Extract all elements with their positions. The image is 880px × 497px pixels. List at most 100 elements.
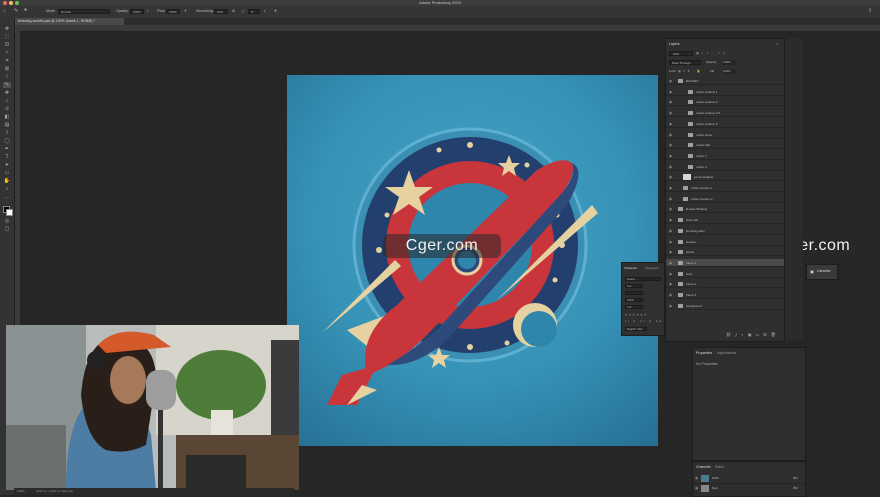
channel-row-red[interactable]: ◉ Red ⌘3 [693,484,805,493]
home-icon[interactable]: ⌂ [3,8,6,14]
gradient-tool-icon[interactable]: ▤ [3,122,11,128]
type-tool-icon[interactable]: T [3,154,11,160]
language-select[interactable]: English: USA [625,327,647,331]
lasso-tool-icon[interactable]: ᘏ [3,42,11,48]
tracking-field[interactable]: 100% [625,298,643,302]
layer-row[interactable]: ◉ shooting stars [666,227,784,235]
eye-icon[interactable]: ◉ [669,152,672,160]
opacity-field[interactable]: 100% [130,9,144,14]
blend-mode-select[interactable]: Pass Through [669,60,701,65]
layer-row[interactable]: ◉ rocket 7 [666,152,784,160]
eye-icon[interactable]: ◉ [669,216,672,224]
eye-icon[interactable]: ◉ [695,476,698,480]
history-brush-tool-icon[interactable]: ↺ [3,106,11,112]
zoom-level[interactable]: 100% [17,488,25,495]
brush-tool-icon[interactable]: ✎ [14,8,18,14]
font-family-field[interactable]: Futura [625,277,661,281]
eye-icon[interactable]: ◉ [669,227,672,235]
eye-icon[interactable]: ◉ [669,302,672,310]
blur-tool-icon[interactable]: ◊ [3,130,11,136]
screen-mode-icon[interactable]: ▢ [3,226,11,232]
eye-icon[interactable]: ◉ [669,163,672,171]
layer-row[interactable]: ◉ stars [666,270,784,278]
layer-row[interactable]: ◉ shadow [666,238,784,246]
path-selection-tool-icon[interactable]: ➤ [3,162,11,168]
layer-row[interactable]: ◉ rocket 3 [666,163,784,171]
document-canvas[interactable] [287,75,658,446]
pen-tool-icon[interactable]: ✒ [3,146,11,152]
eye-icon[interactable]: ◉ [669,109,672,117]
kind-filter[interactable]: Kind [669,51,693,56]
smoothing-field[interactable]: 10% [214,9,228,14]
eye-icon[interactable]: ◉ [669,141,672,149]
marquee-tool-icon[interactable]: ⬚ [3,34,11,40]
pressure-size-icon[interactable]: ◐ [264,9,266,13]
paths-tab[interactable]: Paths [715,465,724,469]
airbrush-icon[interactable]: ✦ [184,9,187,13]
crop-tool-icon[interactable]: ⌗ [3,58,11,64]
eye-icon[interactable]: ◉ [669,248,672,256]
magic-wand-tool-icon[interactable]: ✧ [3,50,11,56]
dodge-tool-icon[interactable]: ◯ [3,138,11,144]
layer-row[interactable]: ◉ rocket window 2 [666,98,784,107]
eye-icon[interactable]: ◉ [669,195,672,203]
layer-row[interactable]: ◉ frame 2 [666,280,784,289]
lock-icons[interactable]: ▦✎✥⬚🔒 [678,69,702,74]
character-tab[interactable]: Character [624,266,637,270]
healing-tool-icon[interactable]: ✚ [3,90,11,96]
eye-icon[interactable]: ◉ [669,120,672,128]
layer-row[interactable]: ◉ stars star [666,216,784,225]
eye-icon[interactable]: ◉ [669,270,672,278]
eye-icon[interactable]: ◉ [695,486,698,490]
fill-field[interactable]: 100% [722,69,736,74]
channels-tab[interactable]: Channels [696,465,711,469]
clone-stamp-tool-icon[interactable]: ⊥ [3,98,11,104]
share-icon[interactable]: ⇧ [868,8,872,14]
layers-tab[interactable]: Layers [669,42,680,46]
type-style-buttons[interactable]: TTTTTT [625,313,648,317]
layer-row[interactable]: ◉ rocket half [666,141,784,150]
adjustments-tab[interactable]: Adjustments [717,351,736,355]
background-color-swatch[interactable] [6,209,13,216]
more-tools-icon[interactable]: … [3,194,11,200]
angle-field[interactable]: 0° [248,9,260,14]
eye-icon[interactable]: ◉ [669,259,672,267]
pressure-opacity-icon[interactable]: ◐ [147,9,149,13]
channel-row-rgb[interactable]: ◉ RGB ⌘2 [693,474,805,484]
layer-row[interactable]: ◉ ROCKET [666,77,784,85]
layer-row[interactable]: ◉ background [666,302,784,310]
mode-select[interactable]: Normal [58,9,110,14]
eyedropper-tool-icon[interactable]: ⌇ [3,74,11,80]
layer-row[interactable]: ◉ Rocket Shadow [666,205,784,214]
layer-row[interactable]: ◉ rocket window 3 [666,120,784,128]
paragraph-tab[interactable]: Paragraph [645,266,659,270]
brush-size-preview[interactable]: ● [24,7,27,13]
document-tab[interactable]: texturing-workflo.psd @ 100% (frame 1, R… [14,18,124,25]
layer-row[interactable]: ◉ frame 3 [666,291,784,299]
eye-icon[interactable]: ◉ [669,131,672,139]
panel-menu-icon[interactable]: ≡ [776,42,778,46]
eye-icon[interactable]: ◉ [669,205,672,213]
layer-row[interactable]: ◉ rocket window 2.5 [666,109,784,118]
libraries-panel-button[interactable]: ▣ Libraries [806,264,838,280]
flow-field[interactable]: 100% [166,9,180,14]
eye-icon[interactable]: ◉ [669,98,672,106]
shape-tool-icon[interactable]: ▭ [3,170,11,176]
layer-row[interactable]: ◉ rocket shine [666,131,784,139]
hand-tool-icon[interactable]: ✋ [3,178,11,184]
document-size[interactable]: 1037 px x 1037 px (300 ppi) [36,488,73,495]
zoom-tool-icon[interactable]: ⌕ [3,186,11,192]
properties-tab[interactable]: Properties [696,351,712,355]
eye-icon[interactable]: ◉ [669,280,672,288]
layer-actions-bar[interactable]: ⛓ƒ◐▣▭⊞🗑 [726,332,780,337]
frame-tool-icon[interactable]: ⊠ [3,66,11,72]
eye-icon[interactable]: ◉ [669,184,672,192]
layer-row[interactable]: ◉ rocket booster 1 [666,184,784,192]
eraser-tool-icon[interactable]: ◧ [3,114,11,120]
eye-icon[interactable]: ◉ [669,77,672,85]
kerning-field[interactable] [625,291,643,295]
layer-row[interactable]: ◉ rocket window 1 [666,88,784,96]
settings-gear-icon[interactable]: ⚙ [232,9,235,13]
eye-icon[interactable]: ◉ [669,88,672,96]
eye-icon[interactable]: ◉ [669,238,672,246]
